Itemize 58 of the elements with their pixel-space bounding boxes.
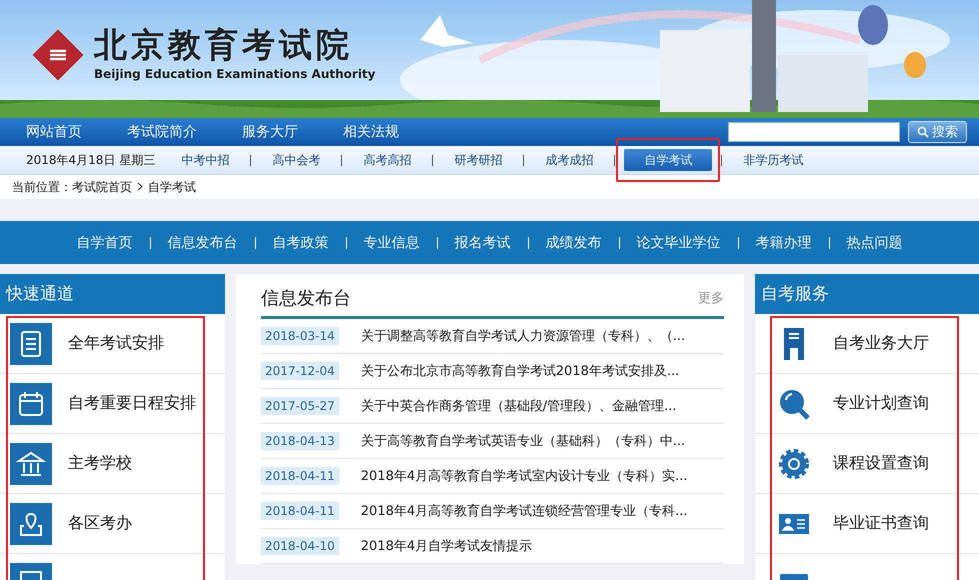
date-badge: 2018-04-13 xyxy=(261,432,339,450)
quick-link[interactable]: 各区考办 xyxy=(68,513,132,534)
section-link[interactable]: 报名考试 xyxy=(436,236,528,248)
icon-tile[interactable] xyxy=(10,322,52,364)
icon-tile[interactable] xyxy=(10,502,52,544)
logo-title: 北京教育考试院 xyxy=(94,28,354,61)
category-tab[interactable]: 研考研招 xyxy=(442,149,514,171)
breadcrumb-link[interactable]: 自学考试 xyxy=(148,178,196,196)
quick-link[interactable]: 全年考试安排 xyxy=(68,333,164,354)
news-link[interactable]: 2018年4月自学考试友情提示 xyxy=(360,537,532,555)
date-text: 2018年4月18日 星期三 xyxy=(26,152,156,168)
section-link[interactable]: 自考政策 xyxy=(254,236,346,248)
nav-link[interactable]: 服务大厅 xyxy=(242,123,298,141)
news-link[interactable]: 关于高等教育自学考试英语专业（基础科）（专科）中... xyxy=(360,432,686,450)
quick-link[interactable]: 主考学校 xyxy=(68,453,132,474)
news-link[interactable]: 2018年4月高等教育自学考试连锁经营管理专业（专科... xyxy=(360,502,688,520)
news-link[interactable]: 关于公布北京市高等教育自学考试2018年考试安排及... xyxy=(360,362,680,380)
news-link[interactable]: 关于调整高等教育自学考试人力资源管理（专科）、（... xyxy=(360,327,686,345)
date-badge: 2018-04-11 xyxy=(261,467,339,485)
quick-link[interactable]: 自考业务大厅 xyxy=(833,333,929,354)
news-link[interactable]: 2018年4月高等教育自学考试室内设计专业（专科）实... xyxy=(360,467,688,485)
category-tab[interactable]: 高中会考 xyxy=(260,149,332,171)
category-tab[interactable]: 高考高招 xyxy=(351,149,424,171)
news-link[interactable]: 关于中英合作商务管理（基础段/管理段）、金融管理... xyxy=(360,397,677,415)
date-badge: 2018-04-10 xyxy=(261,537,339,555)
search-field[interactable] xyxy=(728,122,900,142)
quick-link[interactable]: 毕业证书查询 xyxy=(833,513,929,534)
logo-subtitle: Beijing Education Examinations Authority xyxy=(94,67,376,81)
nav-link[interactable]: 网站首页 xyxy=(26,123,82,141)
category-tab[interactable]: 中考中招 xyxy=(169,149,242,171)
breadcrumb-label: 当前位置： xyxy=(12,178,72,196)
category-tab[interactable]: 自学考试 xyxy=(624,149,712,171)
section-link[interactable]: 热点问题 xyxy=(828,236,920,248)
quick-link[interactable]: 专业计划查询 xyxy=(833,393,929,414)
section-link[interactable]: 考籍办理 xyxy=(738,236,828,248)
section-link[interactable]: 成绩发布 xyxy=(528,236,618,248)
date-badge: 2018-04-11 xyxy=(261,502,339,520)
chevron-icon xyxy=(137,182,143,191)
breadcrumb-link[interactable]: 考试院首页 xyxy=(72,178,132,196)
panel-title: 自考服务 xyxy=(755,274,979,314)
category-tab[interactable]: 非学历考试 xyxy=(731,149,816,171)
panel-title: 信息发布台 xyxy=(261,287,351,310)
nav-link[interactable]: 考试院简介 xyxy=(127,123,197,141)
search-icon xyxy=(917,126,929,138)
section-link[interactable]: 论文毕业学位 xyxy=(618,236,738,248)
section-link[interactable]: 专业信息 xyxy=(346,236,436,248)
icon-tile[interactable] xyxy=(10,442,52,484)
icon-tile[interactable] xyxy=(10,382,52,424)
category-tab[interactable]: 成考成招 xyxy=(533,149,606,171)
section-link[interactable]: 自学首页 xyxy=(60,234,150,252)
date-badge: 2018-03-14 xyxy=(261,327,339,345)
date-badge: 2017-12-04 xyxy=(261,362,339,380)
quick-link[interactable]: 自考重要日程安排 xyxy=(68,393,196,414)
nav-link[interactable]: 相关法规 xyxy=(343,123,399,141)
section-link[interactable]: 信息发布台 xyxy=(150,236,254,248)
quick-link[interactable]: 课程设置查询 xyxy=(833,453,929,474)
date-badge: 2017-05-27 xyxy=(261,397,339,415)
panel-title: 快速通道 xyxy=(0,274,225,314)
